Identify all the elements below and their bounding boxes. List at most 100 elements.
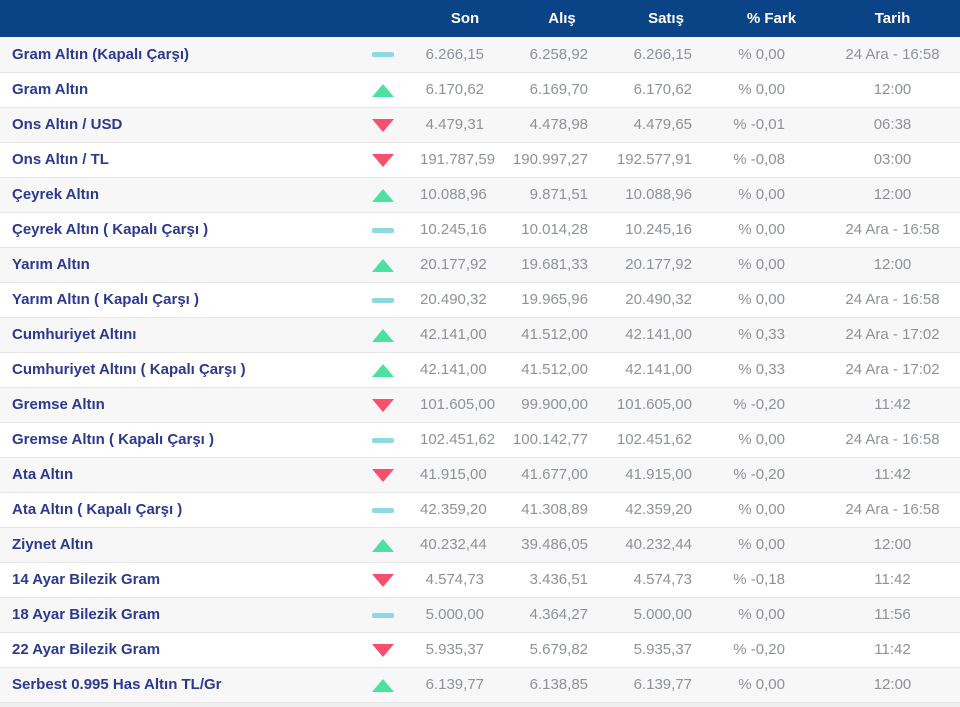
satis-value: 102.451,62 [614,422,718,458]
instrument-name-link[interactable]: Yarım Altın [12,256,90,273]
table-row: Serbest 0.995 Has Altın TL/Gr 6.139,77 6… [0,667,960,703]
col-header-alis: Alış [510,0,614,37]
instrument-name-link[interactable]: Ons Altın / USD [12,116,122,133]
instrument-name-link[interactable]: 22 Ayar Bilezik Gram [12,641,160,658]
col-header-trend-empty [345,0,420,37]
fark-value: % 0,00 [718,492,825,528]
son-value: 4.574,73 [420,562,510,598]
alis-value: 3.436,51 [510,562,614,598]
instrument-name-link[interactable]: Yarım Altın ( Kapalı Çarşı ) [12,291,199,308]
trend-flat-icon [371,437,394,443]
alis-value: 6.169,70 [510,72,614,108]
table-row: Ons Altın / USD 4.479,31 4.478,98 4.479,… [0,107,960,143]
tarih-value: 24 Ara - 17:02 [825,317,960,353]
alis-value: 4.478,98 [510,107,614,143]
instrument-name-link[interactable]: Çeyrek Altın [12,186,99,203]
trend-flat-icon [371,507,394,513]
son-value: 10.088,96 [420,177,510,213]
satis-value: 42.141,00 [614,317,718,353]
tarih-value: 24 Ara - 16:58 [825,422,960,458]
tarih-value: 11:42 [825,632,960,668]
satis-value: 42.141,00 [614,352,718,388]
trend-up-icon [371,328,394,342]
trend-up-icon [371,363,394,377]
tarih-value: 12:00 [825,247,960,283]
instrument-name-link[interactable]: Cumhuriyet Altını ( Kapalı Çarşı ) [12,361,246,378]
alis-value: 19.965,96 [510,282,614,318]
trend-flat-icon [371,52,394,58]
fark-value: % 0,00 [718,212,825,248]
son-value: 4.479,31 [420,107,510,143]
table-row: Gram Altın (Kapalı Çarşı) 6.266,15 6.258… [0,37,960,73]
table-row: 14 Ayar Bilezik Gram 4.574,73 3.436,51 4… [0,562,960,598]
table-row: Ziynet Altın 40.232,44 39.486,05 40.232,… [0,527,960,563]
table-row: Ata Altın 41.915,00 41.677,00 41.915,00 … [0,457,960,493]
trend-up-icon [371,188,394,202]
instrument-name-link[interactable]: Serbest 0.995 Has Altın TL/Gr [12,676,222,693]
instrument-name-link[interactable]: 18 Ayar Bilezik Gram [12,606,160,623]
instrument-name-link[interactable]: Cumhuriyet Altını [12,326,136,343]
instrument-name-link[interactable]: Gram Altın [12,81,88,98]
instrument-name-link[interactable]: Ata Altın [12,466,73,483]
table-row: 22 Ayar Bilezik Gram 5.935,37 5.679,82 5… [0,632,960,668]
tarih-value: 12:00 [825,177,960,213]
gold-table-body: Gram Altın (Kapalı Çarşı) 6.266,15 6.258… [0,37,960,703]
instrument-name-link[interactable]: Gremse Altın [12,396,105,413]
trend-down-icon [371,643,394,657]
fark-value: % 0,00 [718,247,825,283]
col-header-name-empty [0,0,345,37]
trend-up-icon [371,258,394,272]
trend-flat-icon [371,612,394,618]
col-header-tarih: Tarih [825,0,960,37]
table-row: Gremse Altın 101.605,00 99.900,00 101.60… [0,387,960,423]
son-value: 6.139,77 [420,667,510,703]
son-value: 42.359,20 [420,492,510,528]
alis-value: 10.014,28 [510,212,614,248]
instrument-name-link[interactable]: Gram Altın (Kapalı Çarşı) [12,46,189,63]
instrument-name-link[interactable]: Ziynet Altın [12,536,93,553]
alis-value: 6.258,92 [510,37,614,73]
trend-up-icon [371,83,394,97]
satis-value: 4.574,73 [614,562,718,598]
instrument-name-link[interactable]: Çeyrek Altın ( Kapalı Çarşı ) [12,221,208,238]
fark-value: % 0,33 [718,317,825,353]
trend-up-icon [371,538,394,552]
fark-value: % 0,00 [718,667,825,703]
fark-value: % -0,20 [718,387,825,423]
satis-value: 4.479,65 [614,107,718,143]
alis-value: 100.142,77 [510,422,614,458]
tarih-value: 06:38 [825,107,960,143]
son-value: 20.490,32 [420,282,510,318]
trend-down-icon [371,573,394,587]
tarih-value: 24 Ara - 16:58 [825,282,960,318]
instrument-name-link[interactable]: Ons Altın / TL [12,151,109,168]
trend-up-icon [371,678,394,692]
son-value: 102.451,62 [420,422,510,458]
tarih-value: 11:42 [825,387,960,423]
satis-value: 10.245,16 [614,212,718,248]
table-row: Cumhuriyet Altını 42.141,00 41.512,00 42… [0,317,960,353]
table-row: Ons Altın / TL 191.787,59 190.997,27 192… [0,142,960,178]
tarih-value: 24 Ara - 16:58 [825,212,960,248]
col-header-son: Son [420,0,510,37]
tarih-value: 12:00 [825,527,960,563]
son-value: 40.232,44 [420,527,510,563]
fark-value: % 0,00 [718,72,825,108]
tarih-value: 11:42 [825,562,960,598]
trend-down-icon [371,118,394,132]
son-value: 101.605,00 [420,387,510,423]
instrument-name-link[interactable]: 14 Ayar Bilezik Gram [12,571,160,588]
fark-value: % -0,18 [718,562,825,598]
instrument-name-link[interactable]: Ata Altın ( Kapalı Çarşı ) [12,501,182,518]
tarih-value: 11:42 [825,457,960,493]
fark-value: % 0,00 [718,422,825,458]
col-header-satis: Satış [614,0,718,37]
table-row: Yarım Altın 20.177,92 19.681,33 20.177,9… [0,247,960,283]
satis-value: 41.915,00 [614,457,718,493]
fark-value: % 0,00 [718,597,825,633]
alis-value: 41.308,89 [510,492,614,528]
instrument-name-link[interactable]: Gremse Altın ( Kapalı Çarşı ) [12,431,214,448]
table-row: Çeyrek Altın 10.088,96 9.871,51 10.088,9… [0,177,960,213]
son-value: 42.141,00 [420,317,510,353]
satis-value: 101.605,00 [614,387,718,423]
